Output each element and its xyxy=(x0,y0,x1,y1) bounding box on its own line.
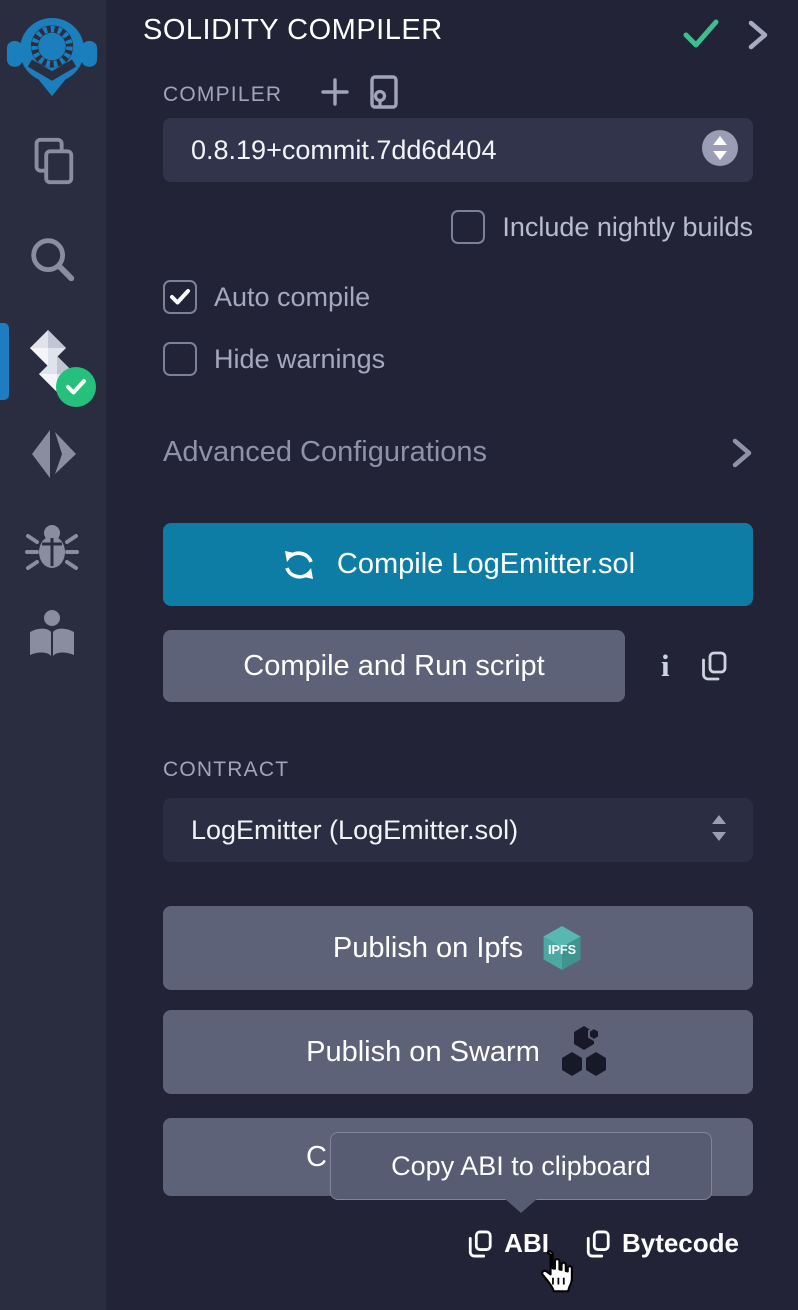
debugger-icon xyxy=(24,520,80,572)
copy-abi-tooltip: Copy ABI to clipboard xyxy=(330,1132,712,1200)
publish-ipfs-label: Publish on Ipfs xyxy=(333,932,523,965)
badge-check-icon xyxy=(65,378,87,396)
contract-select[interactable]: LogEmitter (LogEmitter.sol) xyxy=(163,798,753,862)
include-nightly-checkbox[interactable] xyxy=(451,210,485,244)
copy-bytecode-label: Bytecode xyxy=(622,1228,739,1259)
swarm-logo-icon xyxy=(558,1024,610,1080)
copy-script-icon[interactable] xyxy=(700,650,728,682)
file-explorer-icon xyxy=(25,134,79,188)
refresh-icon xyxy=(281,549,317,581)
remix-logo-icon xyxy=(6,6,98,98)
sidebar-item-debugger[interactable] xyxy=(0,520,104,572)
info-icon[interactable]: i xyxy=(661,648,670,684)
hide-warnings-checkbox[interactable] xyxy=(163,342,197,376)
mouse-cursor-hand-icon xyxy=(534,1248,576,1299)
advanced-configurations-row[interactable]: Advanced Configurations xyxy=(163,436,753,469)
compiler-version-value: 0.8.19+commit.7dd6d404 xyxy=(163,135,496,166)
copy-icon xyxy=(467,1229,493,1259)
icon-sidebar xyxy=(0,0,108,1310)
hide-warnings-label: Hide warnings xyxy=(214,344,385,375)
copy-abi-tooltip-text: Copy ABI to clipboard xyxy=(391,1151,651,1182)
svg-text:IPFS: IPFS xyxy=(548,943,576,957)
copy-row: ABI Bytecode xyxy=(163,1228,753,1259)
advanced-expand-chevron-icon xyxy=(731,437,753,469)
add-custom-compiler-icon[interactable] xyxy=(320,77,350,112)
publish-ipfs-button[interactable]: Publish on Ipfs IPFS xyxy=(163,906,753,990)
hide-warnings-row: Hide warnings xyxy=(163,342,753,376)
sidebar-item-search[interactable] xyxy=(0,232,104,286)
compiler-version-select[interactable]: 0.8.19+commit.7dd6d404 xyxy=(163,118,753,182)
sidebar-item-plugin-book[interactable] xyxy=(0,606,104,662)
include-nightly-label: Include nightly builds xyxy=(502,212,753,243)
deploy-and-run-icon xyxy=(24,424,80,480)
compile-and-run-row: Compile and Run script i xyxy=(163,630,753,702)
contract-select-value: LogEmitter (LogEmitter.sol) xyxy=(163,815,518,846)
auto-compile-checkbox[interactable] xyxy=(163,280,197,314)
remix-logo xyxy=(0,6,104,98)
advanced-configurations-label: Advanced Configurations xyxy=(163,436,487,469)
compiler-section-header: COMPILER xyxy=(163,74,400,115)
select-sort-icon xyxy=(701,129,739,172)
search-icon xyxy=(25,232,79,286)
page-title: SOLIDITY COMPILER xyxy=(143,14,443,47)
include-nightly-row: Include nightly builds xyxy=(163,210,753,244)
publish-swarm-label: Publish on Swarm xyxy=(306,1036,540,1069)
book-reader-icon xyxy=(24,606,80,662)
copy-icon xyxy=(585,1229,611,1259)
compile-and-run-label: Compile and Run script xyxy=(243,650,544,683)
checkbox-check-icon xyxy=(169,288,191,306)
publish-swarm-button[interactable]: Publish on Swarm xyxy=(163,1010,753,1094)
compiler-license-file-icon[interactable] xyxy=(368,74,400,115)
sidebar-item-deploy-and-run[interactable] xyxy=(0,424,104,480)
sidebar-item-solidity-compiler[interactable] xyxy=(0,328,104,399)
compiler-label: COMPILER xyxy=(163,83,282,107)
contract-select-arrows-icon xyxy=(709,812,729,849)
ipfs-logo-icon: IPFS xyxy=(541,925,583,971)
sidebar-item-file-explorer[interactable] xyxy=(0,134,104,188)
remix-solidity-compiler-screen: SOLIDITY COMPILER COMPILER xyxy=(0,0,798,1310)
contract-label: CONTRACT xyxy=(163,758,289,782)
auto-compile-label: Auto compile xyxy=(214,282,370,313)
compilation-details-visible-label: C xyxy=(306,1141,327,1173)
copy-bytecode-button[interactable]: Bytecode xyxy=(585,1228,739,1259)
compile-button-label: Compile LogEmitter.sol xyxy=(337,548,635,581)
solidity-compiler-panel: SOLIDITY COMPILER COMPILER xyxy=(106,0,798,1310)
compile-success-badge xyxy=(56,367,96,407)
compile-success-check-icon xyxy=(682,18,720,55)
panel-collapse-chevron-icon[interactable] xyxy=(746,18,770,57)
compile-button[interactable]: Compile LogEmitter.sol xyxy=(163,523,753,606)
compile-and-run-button[interactable]: Compile and Run script xyxy=(163,630,625,702)
tooltip-caret xyxy=(504,1198,538,1213)
auto-compile-row: Auto compile xyxy=(163,280,753,314)
